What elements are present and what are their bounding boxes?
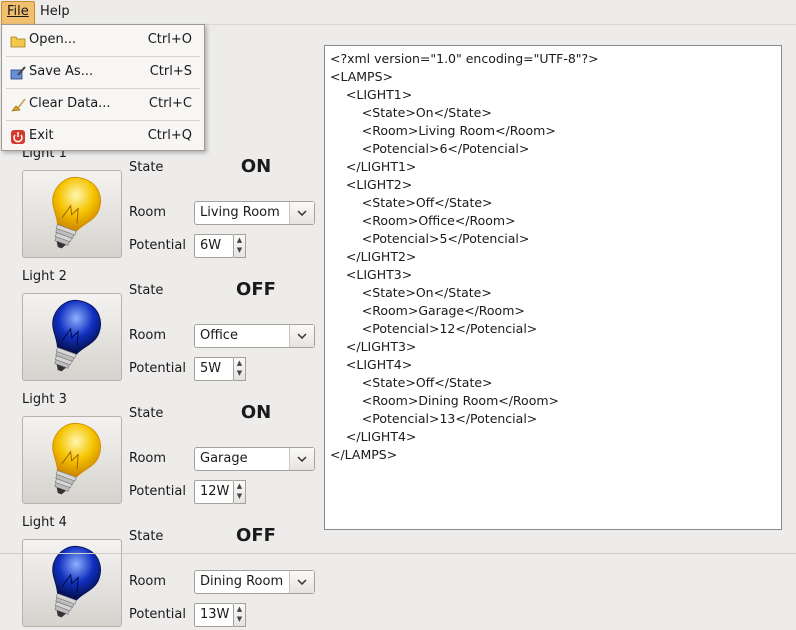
xml-line: <LIGHT3>: [330, 267, 413, 282]
menu-separator: [6, 120, 200, 121]
xml-line: <Potencial>5</Potencial>: [330, 231, 530, 246]
potential-label: Potential: [129, 238, 186, 253]
menu-item-shortcut: Ctrl+O: [147, 32, 192, 47]
xml-line: <State>Off</State>: [330, 375, 493, 390]
state-value: ON: [240, 156, 272, 177]
menubar: File Help: [0, 0, 796, 25]
xml-line: <State>On</State>: [330, 105, 492, 120]
broom-icon: [10, 97, 26, 112]
menu-item-shortcut: Ctrl+Q: [147, 128, 192, 143]
chevron-down-icon[interactable]: [289, 202, 314, 224]
state-value: OFF: [236, 525, 276, 546]
room-combobox-value: Office: [200, 328, 238, 343]
xml-line: <Potencial>13</Potencial>: [330, 411, 538, 426]
menu-help-label: Help: [40, 4, 70, 19]
folder-icon: [10, 33, 26, 48]
potential-label: Potential: [129, 361, 186, 376]
xml-line: <LIGHT1>: [330, 87, 413, 102]
state-label: State: [129, 160, 164, 175]
menu-item-exit[interactable]: Exit Ctrl+Q: [2, 124, 204, 148]
room-combobox-value: Garage: [200, 451, 248, 466]
status-bar: [0, 553, 796, 578]
light-title: Light 3: [22, 392, 67, 407]
xml-line: <Potencial>12</Potencial>: [330, 321, 538, 336]
state-label: State: [129, 406, 164, 421]
menu-item-cleardata[interactable]: Clear Data... Ctrl+C: [2, 92, 204, 116]
spin-arrows-icon[interactable]: ▲ ▼: [234, 603, 246, 627]
xml-line: <Room>Office</Room>: [330, 213, 516, 228]
xml-line: </LIGHT4>: [330, 429, 417, 444]
xml-line: <LIGHT2>: [330, 177, 413, 192]
potential-spinbox[interactable]: 13W ▲ ▼: [194, 603, 247, 627]
menu-item-label: Open...: [29, 32, 77, 47]
state-label: State: [129, 529, 164, 544]
room-combobox-value: Living Room: [200, 205, 280, 220]
xml-line: <LIGHT4>: [330, 357, 413, 372]
spin-arrows-icon[interactable]: ▲ ▼: [234, 234, 246, 258]
xml-line: </LAMPS>: [330, 447, 398, 462]
state-value: OFF: [236, 279, 276, 300]
menu-help[interactable]: Help: [35, 1, 75, 23]
chevron-down-icon[interactable]: [289, 448, 314, 470]
spin-arrows-icon[interactable]: ▲ ▼: [234, 480, 246, 504]
room-label: Room: [129, 328, 167, 343]
potential-value[interactable]: 6W: [194, 234, 234, 258]
potential-value[interactable]: 13W: [194, 603, 234, 627]
xml-line: <State>On</State>: [330, 285, 492, 300]
menu-file[interactable]: File: [1, 1, 35, 25]
potential-value[interactable]: 5W: [194, 357, 234, 381]
spin-arrows-icon[interactable]: ▲ ▼: [234, 357, 246, 381]
xml-line: </LIGHT1>: [330, 159, 417, 174]
xml-line: <State>Off</State>: [330, 195, 493, 210]
menu-separator: [6, 88, 200, 89]
potential-label: Potential: [129, 484, 186, 499]
state-value: ON: [240, 402, 272, 423]
power-icon: [10, 129, 26, 144]
bulb-image: [22, 416, 122, 504]
potential-spinbox[interactable]: 6W ▲ ▼: [194, 234, 247, 258]
xml-line: <Room>Garage</Room>: [330, 303, 525, 318]
room-combobox[interactable]: Office: [194, 324, 315, 348]
potential-spinbox[interactable]: 12W ▲ ▼: [194, 480, 247, 504]
room-label: Room: [129, 451, 167, 466]
xml-text-view[interactable]: <?xml version="1.0" encoding="UTF-8"?> <L…: [324, 45, 782, 530]
menu-file-label: File: [7, 4, 29, 19]
xml-line: <Potencial>6</Potencial>: [330, 141, 530, 156]
xml-line: <?xml version="1.0" encoding="UTF-8"?>: [330, 51, 599, 66]
potential-value[interactable]: 12W: [194, 480, 234, 504]
save-as-icon: [10, 65, 26, 80]
state-label: State: [129, 283, 164, 298]
potential-spinbox[interactable]: 5W ▲ ▼: [194, 357, 247, 381]
xml-line: </LIGHT3>: [330, 339, 417, 354]
bulb-image: [22, 293, 122, 381]
light-title: Light 4: [22, 515, 67, 530]
menu-item-label: Clear Data...: [29, 96, 111, 111]
bulb-image: [22, 170, 122, 258]
file-menu-dropdown: Open... Ctrl+O Save As... Ctrl+S Clear Data.…: [1, 24, 205, 151]
potential-label: Potential: [129, 607, 186, 622]
menu-item-shortcut: Ctrl+C: [148, 96, 192, 111]
xml-line: <Room>Dining Room</Room>: [330, 393, 560, 408]
menu-item-open[interactable]: Open... Ctrl+O: [2, 28, 204, 52]
xml-line: </LIGHT2>: [330, 249, 417, 264]
room-label: Room: [129, 205, 167, 220]
menu-item-shortcut: Ctrl+S: [149, 64, 192, 79]
chevron-down-icon[interactable]: [289, 325, 314, 347]
room-combobox[interactable]: Garage: [194, 447, 315, 471]
xml-line: <LAMPS>: [330, 69, 394, 84]
light-title: Light 2: [22, 269, 67, 284]
menu-item-label: Exit: [29, 128, 54, 143]
menu-item-label: Save As...: [29, 64, 94, 79]
xml-line: <Room>Living Room</Room>: [330, 123, 556, 138]
menu-item-saveas[interactable]: Save As... Ctrl+S: [2, 60, 204, 84]
room-combobox[interactable]: Living Room: [194, 201, 315, 225]
menu-separator: [6, 56, 200, 57]
